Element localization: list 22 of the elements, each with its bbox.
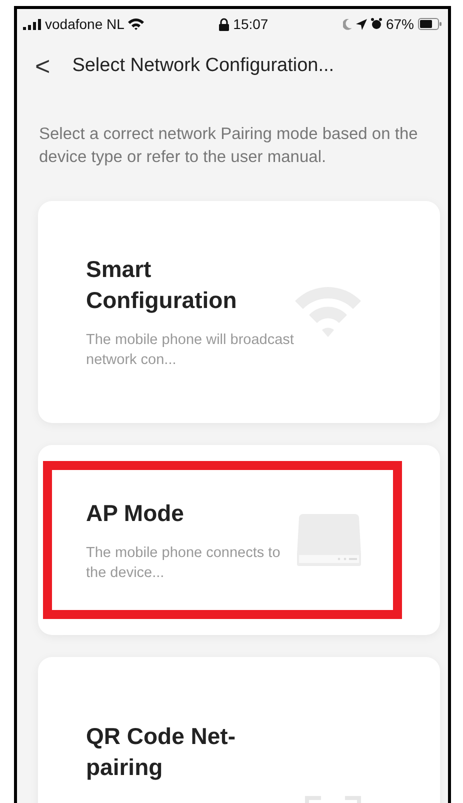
mode-title: QR Code Net-pairing [86, 722, 236, 782]
mode-description: The mobile phone will broadcast network con... [86, 331, 295, 370]
mode-title: AP Mode [86, 498, 185, 528]
pairing-mode-card[interactable]: Smart Configuration The mobile phone will broadcast network con... [38, 201, 440, 423]
alarm-icon [370, 18, 382, 30]
moon-icon [342, 18, 352, 30]
clock-time: 15:07 [233, 16, 268, 32]
back-button[interactable]: < [35, 53, 50, 79]
router-icon [297, 514, 361, 566]
page-title: Select Network Configuration... [72, 55, 334, 77]
mode-description: The mobile phone connects to the device... [86, 544, 282, 582]
signal-icon [23, 18, 41, 30]
lock-icon [219, 18, 230, 30]
battery-percent: 67% [386, 16, 414, 32]
pairing-mode-card[interactable]: AP Mode The mobile phone connects to the device... [38, 445, 440, 635]
instructions-text: Select a correct network Pairing mode based on the device type or refer to the user manual. [39, 124, 419, 168]
mode-title: Smart Configuration [86, 255, 238, 315]
location-arrow-icon [356, 18, 367, 30]
battery-icon [418, 18, 442, 30]
wifi-icon [128, 18, 144, 30]
pairing-mode-card[interactable]: QR Code Net-pairing [38, 657, 440, 803]
carrier-name: vodafone NL [45, 16, 124, 32]
